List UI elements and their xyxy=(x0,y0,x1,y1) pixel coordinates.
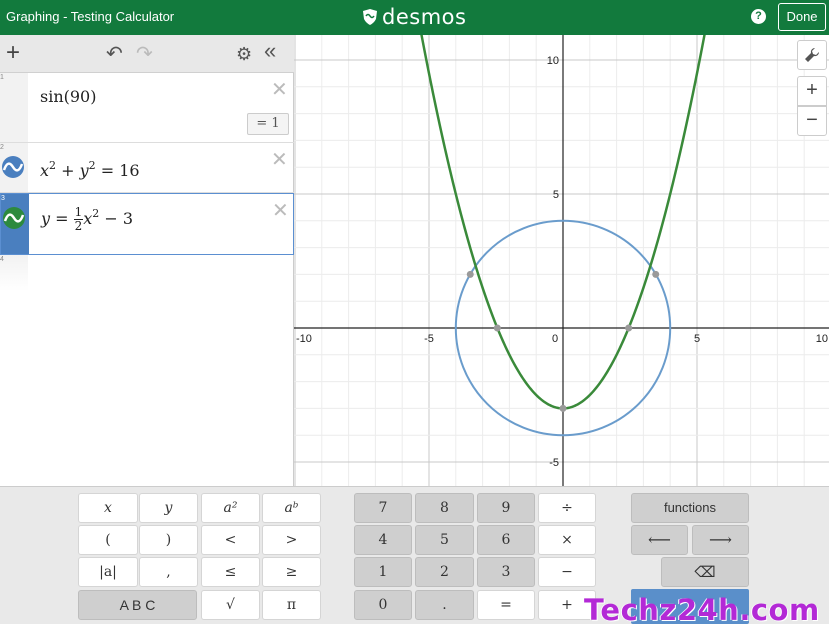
expression-panel: + ↶ ↷ ⚙ « 1 sin(90) ✕ = 1 2 x2 + y2 = 16… xyxy=(0,35,294,521)
collapse-panel-icon[interactable]: « xyxy=(264,40,276,62)
intersection-point xyxy=(652,270,660,278)
help-icon[interactable]: ? xyxy=(751,9,766,24)
key-3[interactable]: 3 xyxy=(477,557,535,587)
key-abc[interactable]: A B C xyxy=(78,590,197,620)
undo-icon[interactable]: ↶ xyxy=(106,44,123,64)
x-tick-label: -5 xyxy=(424,333,434,345)
desmos-shield-icon xyxy=(363,9,377,25)
functions-button[interactable]: functions xyxy=(631,493,749,523)
key-greater-than[interactable]: > xyxy=(262,525,321,555)
intersection-point xyxy=(625,324,633,332)
expression-toolbar: + ↶ ↷ ⚙ « xyxy=(0,35,294,73)
y-tick-label: -5 xyxy=(549,457,559,469)
expression-row-3[interactable]: 3 y = 1 2 x2 − 3 ✕ xyxy=(0,193,294,255)
app-title: Graphing - Testing Calculator xyxy=(6,9,175,24)
key-divide[interactable]: ÷ xyxy=(538,493,596,523)
key-comma[interactable]: , xyxy=(139,557,198,587)
fraction: 12 xyxy=(73,205,84,233)
key-6[interactable]: 6 xyxy=(477,525,535,555)
expression-math[interactable]: y = 1 2 x2 − 3 xyxy=(41,206,133,233)
settings-gear-icon[interactable]: ⚙ xyxy=(236,44,252,64)
key-4[interactable]: 4 xyxy=(354,525,412,555)
key-decimal[interactable]: . xyxy=(415,590,474,620)
key-y[interactable]: y xyxy=(139,493,198,523)
key-a-power-b[interactable]: aᵇ xyxy=(262,493,321,523)
key-open-paren[interactable]: ( xyxy=(78,525,138,555)
add-item-icon[interactable]: + xyxy=(6,41,20,65)
watermark-text: Techz24h.com xyxy=(584,593,820,624)
zoom-out-button[interactable]: − xyxy=(797,106,827,136)
expression-math[interactable]: sin(90) xyxy=(40,87,96,106)
key-multiply[interactable]: × xyxy=(538,525,596,555)
key-minus[interactable]: − xyxy=(538,557,596,587)
logo-text: desmos xyxy=(382,5,467,29)
x-tick-label: -10 xyxy=(296,333,312,345)
expression-gutter: 2 xyxy=(0,143,28,192)
expression-number: 1 xyxy=(0,74,4,81)
evaluation-result: = 1 xyxy=(247,113,289,135)
expression-number: 3 xyxy=(1,195,5,202)
y-tick-label: 10 xyxy=(547,55,559,67)
intersection-point xyxy=(559,404,567,412)
expression-gutter: 4 xyxy=(0,255,28,291)
right-arrow-key[interactable]: ⟶ xyxy=(692,525,749,555)
done-button[interactable]: Done xyxy=(778,3,826,31)
redo-icon[interactable]: ↷ xyxy=(136,44,153,64)
desmos-logo: desmos xyxy=(362,5,466,29)
expression-number: 2 xyxy=(0,144,4,151)
delete-expression-icon[interactable]: ✕ xyxy=(271,147,288,172)
expression-math[interactable]: x2 + y2 = 16 xyxy=(40,159,140,180)
key-less-than[interactable]: < xyxy=(201,525,260,555)
key-1[interactable]: 1 xyxy=(354,557,412,587)
key-8[interactable]: 8 xyxy=(415,493,474,523)
key-9[interactable]: 9 xyxy=(477,493,535,523)
key-5[interactable]: 5 xyxy=(415,525,474,555)
expression-gutter: 3 xyxy=(1,194,29,254)
zoom-in-button[interactable]: + xyxy=(797,76,827,106)
key-equals[interactable]: = xyxy=(477,590,535,620)
intersection-point xyxy=(466,270,474,278)
graph-style-icon[interactable] xyxy=(1,155,25,179)
left-arrow-key[interactable]: ⟵ xyxy=(631,525,688,555)
key-less-equal[interactable]: ≤ xyxy=(201,557,260,587)
key-sqrt[interactable]: √ xyxy=(201,590,260,620)
expression-row-4[interactable]: 4 xyxy=(0,255,294,291)
intersection-point xyxy=(493,324,501,332)
key-pi[interactable]: π xyxy=(262,590,321,620)
expression-row-2[interactable]: 2 x2 + y2 = 16 ✕ xyxy=(0,143,294,193)
key-7[interactable]: 7 xyxy=(354,493,412,523)
graph-style-icon[interactable] xyxy=(2,206,26,230)
expression-number: 4 xyxy=(0,256,4,263)
x-tick-label: 10 xyxy=(816,333,828,345)
key-absolute-value[interactable]: |a| xyxy=(78,557,138,587)
key-a-squared[interactable]: a² xyxy=(201,493,260,523)
expression-row-1[interactable]: 1 sin(90) ✕ = 1 xyxy=(0,73,294,143)
key-2[interactable]: 2 xyxy=(415,557,474,587)
key-close-paren[interactable]: ) xyxy=(139,525,198,555)
x-tick-label: 0 xyxy=(552,333,558,345)
y-tick-label: 5 xyxy=(553,189,559,201)
x-tick-label: 5 xyxy=(694,333,700,345)
expression-gutter: 1 xyxy=(0,73,28,142)
wrench-icon[interactable] xyxy=(797,40,827,70)
header-bar: Graphing - Testing Calculator desmos ? D… xyxy=(0,0,829,35)
delete-expression-icon[interactable]: ✕ xyxy=(272,198,289,223)
delete-expression-icon[interactable]: ✕ xyxy=(271,77,288,102)
backspace-key[interactable]: ⌫ xyxy=(661,557,749,587)
key-x[interactable]: x xyxy=(78,493,138,523)
key-greater-equal[interactable]: ≥ xyxy=(262,557,321,587)
key-0[interactable]: 0 xyxy=(354,590,412,620)
wrench-glyph-icon xyxy=(805,47,820,62)
graph-paper[interactable]: -10 -5 0 5 10 10 5 -5 xyxy=(294,35,829,486)
